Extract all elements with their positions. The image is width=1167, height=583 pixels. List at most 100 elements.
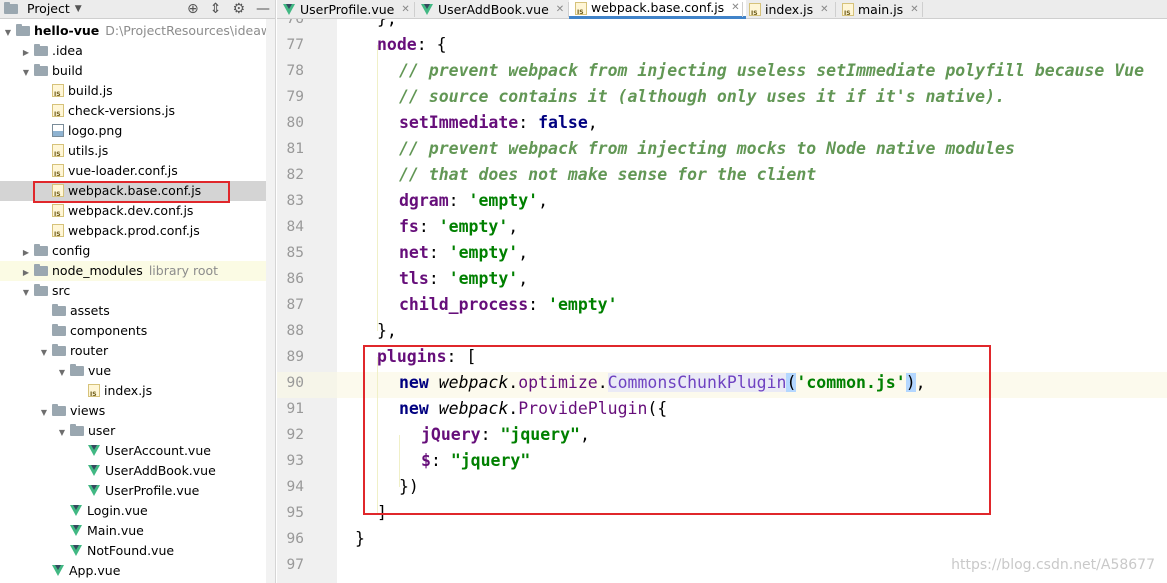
close-icon[interactable]: ✕ (556, 1, 564, 19)
code-line-82: // that does not make sense for the clie… (399, 165, 817, 184)
tree-item-label: webpack.dev.conf.js (68, 203, 194, 218)
js-file-icon: JS (52, 224, 64, 237)
vue-file-icon (52, 565, 64, 576)
js-file-icon: JS (749, 3, 761, 16)
line-number: 79 (286, 89, 304, 105)
tree-item-login-vue[interactable]: Login.vue (0, 501, 275, 521)
tree-item-label: .idea (52, 43, 83, 58)
line-number: 76 (286, 19, 304, 27)
tree-item-assets[interactable]: assets (0, 301, 275, 321)
tree-item-logo-png[interactable]: logo.png (0, 121, 275, 141)
tree-item-label: assets (70, 303, 110, 318)
tree-item-node-modules[interactable]: ▶ node_modules library root (0, 261, 275, 283)
tree-item-label: check-versions.js (68, 103, 176, 118)
expanded-arrow-icon[interactable]: ▼ (39, 343, 49, 363)
line-number: 83 (286, 193, 304, 209)
tab-useraddbook-vue[interactable]: UserAddBook.vue ✕ (415, 0, 570, 19)
tree-item-app-vue[interactable]: App.vue (0, 561, 275, 581)
project-panel-title: Project (27, 1, 70, 16)
locate-target-icon[interactable]: ⊕ (187, 0, 199, 18)
tree-item-label: node_modules (52, 263, 143, 278)
close-icon[interactable]: ✕ (401, 1, 409, 19)
project-view-selector[interactable]: Project ▼ (4, 1, 82, 16)
js-file-icon: JS (52, 164, 64, 177)
tab-label: webpack.base.conf.js (591, 0, 725, 15)
tree-item-idea[interactable]: ▶ .idea (0, 41, 275, 63)
tree-item-main-vue[interactable]: Main.vue (0, 521, 275, 541)
folder-icon (34, 264, 48, 276)
tree-item-config[interactable]: ▶ config (0, 241, 275, 263)
tab-index-js[interactable]: JS index.js ✕ (743, 0, 835, 19)
tree-item-secondary-text: library root (148, 263, 219, 278)
expanded-arrow-icon[interactable]: ▼ (21, 63, 31, 83)
folder-icon (52, 404, 66, 416)
tree-item-user[interactable]: ▼ user (0, 421, 275, 443)
watermark: https://blog.csdn.net/A58677 (951, 557, 1155, 573)
hide-panel-icon[interactable]: — (256, 0, 270, 18)
tree-item-label: webpack.prod.conf.js (68, 223, 200, 238)
vue-file-icon (88, 485, 100, 496)
tree-item-router[interactable]: ▼ router (0, 341, 275, 363)
line-number: 82 (286, 167, 304, 183)
line-number: 87 (286, 297, 304, 313)
tree-item-check-versions-js[interactable]: JS check-versions.js (0, 101, 275, 121)
collapse-all-icon[interactable]: ⇕ (210, 0, 222, 18)
tab-main-js[interactable]: JS main.js ✕ (836, 0, 925, 19)
code-line-81: // prevent webpack from injecting mocks … (399, 139, 1015, 158)
close-icon[interactable]: ✕ (910, 1, 918, 19)
tree-item-webpack-prod-conf-js[interactable]: JS webpack.prod.conf.js (0, 221, 275, 241)
tree-item-vue-loader-conf-js[interactable]: JS vue-loader.conf.js (0, 161, 275, 181)
tree-item-build[interactable]: ▼ build (0, 61, 275, 83)
tree-item-vue[interactable]: ▼ vue (0, 361, 275, 383)
editor-tab-bar: UserProfile.vue ✕ UserAddBook.vue ✕ JS w… (277, 0, 1167, 19)
folder-icon (70, 424, 84, 436)
tree-item-useraccount-vue[interactable]: UserAccount.vue (0, 441, 275, 461)
code-line-76: }, (377, 19, 397, 32)
collapsed-arrow-icon[interactable]: ▶ (21, 43, 31, 63)
expanded-arrow-icon[interactable]: ▼ (21, 283, 31, 303)
line-number: 78 (286, 63, 304, 79)
folder-icon (70, 364, 84, 376)
code-line-84: fs: 'empty', (399, 217, 519, 236)
code-line-80: setImmediate: false, (399, 113, 598, 132)
project-scrollbar[interactable] (266, 19, 275, 583)
tree-item-label: user (88, 423, 116, 438)
vue-file-icon (70, 505, 82, 516)
code-line-85: net: 'empty', (399, 243, 529, 262)
tree-item-notfound-vue[interactable]: NotFound.vue (0, 541, 275, 561)
line-number: 91 (286, 401, 304, 417)
expanded-arrow-icon[interactable]: ▼ (57, 423, 67, 443)
tab-userprofile-vue[interactable]: UserProfile.vue ✕ (277, 0, 416, 19)
tree-item-userprofile-vue[interactable]: UserProfile.vue (0, 481, 275, 501)
js-file-icon: JS (52, 144, 64, 157)
line-number: 97 (286, 557, 304, 573)
tree-item-views[interactable]: ▼ views (0, 401, 275, 423)
tree-item-useraddbook-vue[interactable]: UserAddBook.vue (0, 461, 275, 481)
tab-webpack-base-conf-js[interactable]: JS webpack.base.conf.js ✕ (569, 0, 746, 19)
tree-item-hello-vue[interactable]: ▼ hello-vue D:\ProjectResources\ideawork (0, 21, 275, 43)
tree-item-label: Login.vue (87, 503, 148, 518)
collapsed-arrow-icon[interactable]: ▶ (21, 263, 31, 283)
close-icon[interactable]: ✕ (820, 1, 828, 19)
gear-icon[interactable]: ⚙ (232, 0, 245, 18)
folder-icon (34, 244, 48, 256)
tree-item-webpack-dev-conf-js[interactable]: JS webpack.dev.conf.js (0, 201, 275, 221)
tree-item-build-js[interactable]: JS build.js (0, 81, 275, 101)
tree-item-label: UserProfile.vue (105, 483, 200, 498)
js-file-icon: JS (52, 104, 64, 117)
expanded-arrow-icon[interactable]: ▼ (57, 363, 67, 383)
folder-icon (34, 64, 48, 76)
collapsed-arrow-icon[interactable]: ▶ (21, 243, 31, 263)
chevron-down-icon: ▼ (74, 3, 82, 14)
tree-item-components[interactable]: components (0, 321, 275, 341)
close-icon[interactable]: ✕ (731, 0, 739, 17)
tree-item-label: hello-vue (34, 23, 100, 38)
expanded-arrow-icon[interactable]: ▼ (3, 23, 13, 43)
tree-item-utils-js[interactable]: JS utils.js (0, 141, 275, 161)
folder-icon (34, 44, 48, 56)
folder-icon (16, 24, 30, 36)
expanded-arrow-icon[interactable]: ▼ (39, 403, 49, 423)
tree-item-index-js[interactable]: JS index.js (0, 381, 275, 401)
tree-item-label: App.vue (69, 563, 121, 578)
tree-item-src[interactable]: ▼ src (0, 281, 275, 303)
